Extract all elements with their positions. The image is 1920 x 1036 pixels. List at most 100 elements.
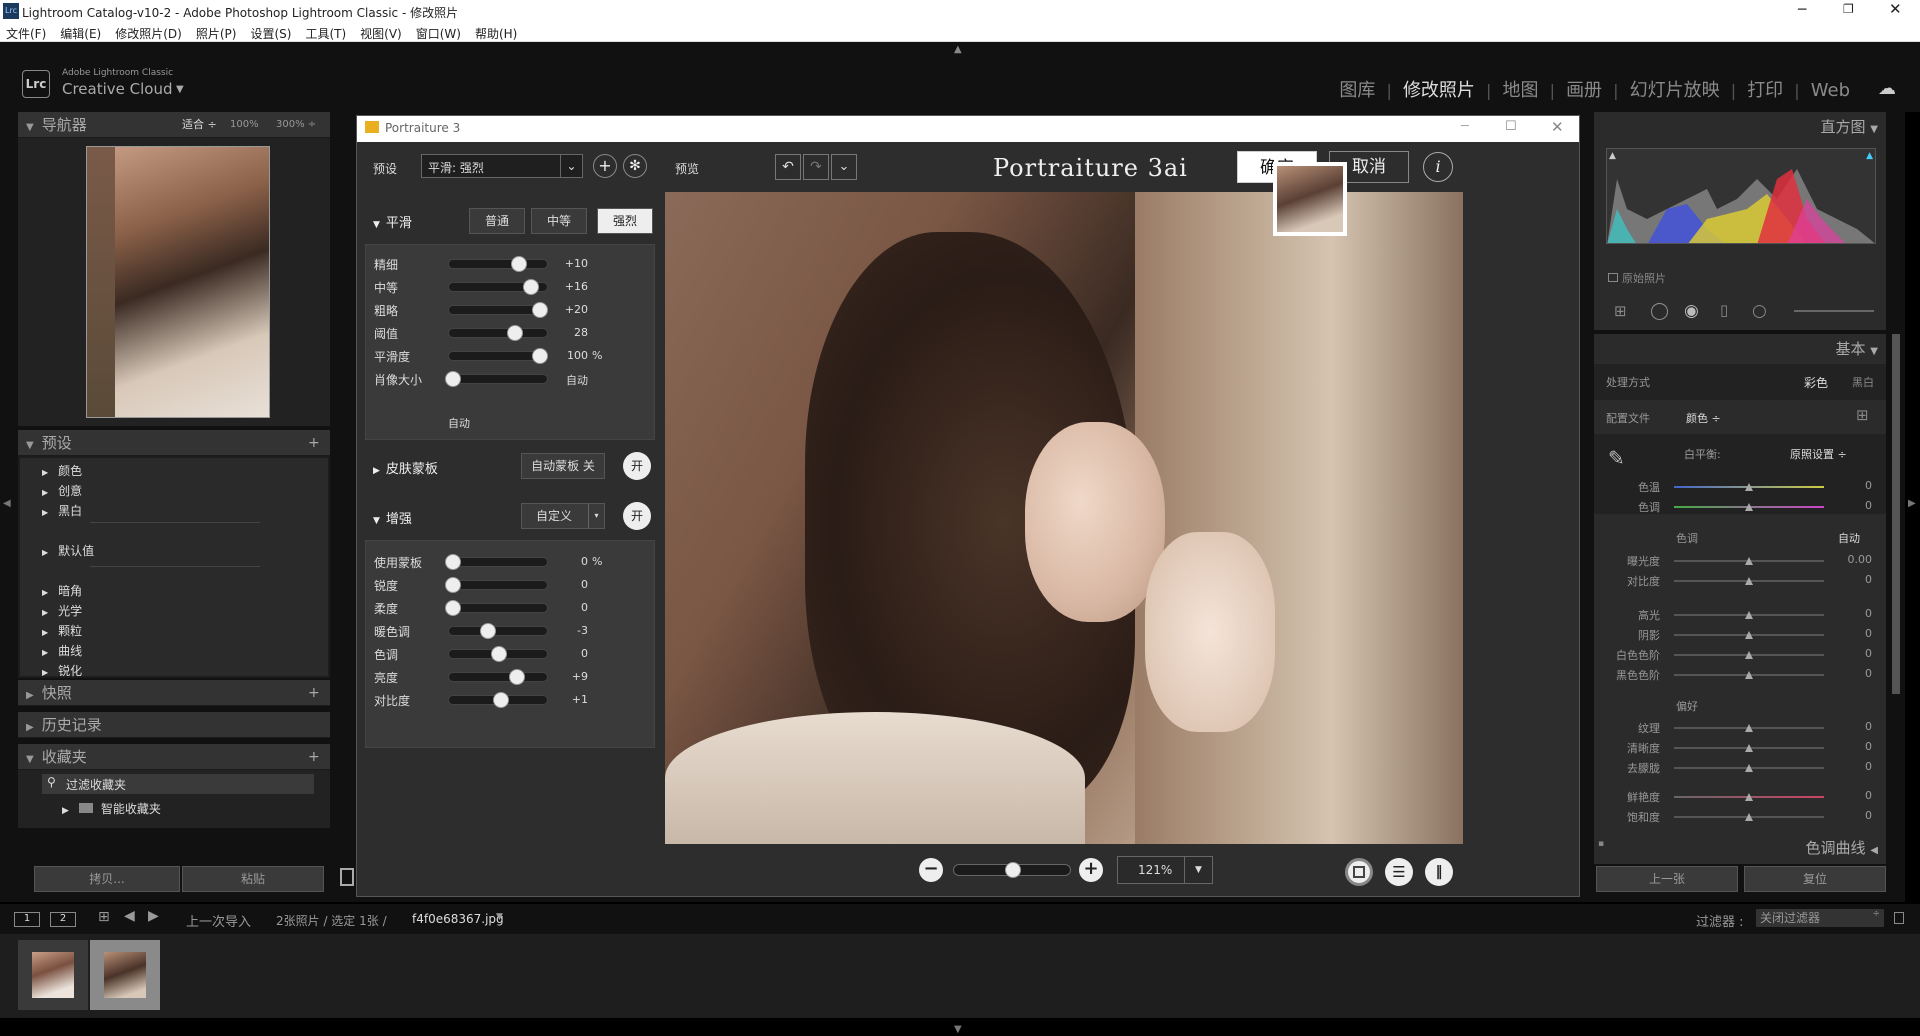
menu-item[interactable]: 编辑(E) [60, 27, 101, 41]
filter-dropdown[interactable]: 关闭过滤器 ÷ [1756, 909, 1884, 927]
slider-knob[interactable] [445, 371, 461, 387]
cloud-icon[interactable]: ☁ [1878, 78, 1896, 99]
info-button[interactable]: i [1423, 152, 1453, 182]
preset-folder[interactable]: ▶ 颗粒 [42, 622, 82, 639]
slider-value[interactable]: +1 [548, 693, 588, 706]
file-dropdown-icon[interactable]: ▼ [496, 912, 503, 922]
grid-view-icon[interactable]: ⊞ [98, 909, 110, 925]
develop-slider-value[interactable]: 0 [1842, 627, 1872, 640]
slider-track[interactable] [448, 302, 549, 318]
slider-track[interactable] [445, 371, 548, 387]
shadow-clip-icon[interactable]: ▲ [1609, 151, 1616, 161]
develop-slider-knob[interactable] [1745, 483, 1753, 491]
slider-knob[interactable] [445, 554, 461, 570]
preset-folder[interactable]: ▶ 暗角 [42, 582, 82, 599]
slider-value[interactable]: 100 [548, 349, 588, 362]
highlight-clip-icon[interactable]: ▲ [1866, 151, 1873, 161]
right-scrollbar[interactable] [1892, 334, 1900, 694]
navigator-header[interactable]: ▼ 导航器 适合 ÷ 100% 300% ÷ [18, 112, 330, 138]
auto-mask-button[interactable]: 自动蒙板 关 [521, 453, 605, 479]
brand-menu-icon[interactable]: ▼ [176, 84, 184, 95]
develop-slider-knob[interactable] [1745, 671, 1753, 679]
slider-value[interactable]: +9 [548, 670, 588, 683]
slider-knob[interactable] [491, 646, 507, 662]
slider-knob[interactable] [509, 669, 526, 685]
snapshots-panel[interactable]: ▶ 快照 + [18, 680, 330, 706]
enhance-header[interactable]: ▼ 增强 [373, 508, 412, 527]
develop-slider-knob[interactable] [1745, 503, 1753, 511]
develop-slider-track[interactable] [1674, 671, 1824, 679]
back-arrow-icon[interactable]: ◀ [124, 908, 135, 924]
slider-value[interactable]: 28 [548, 326, 588, 339]
slider-track[interactable] [448, 348, 549, 364]
slider-value[interactable]: -3 [548, 624, 588, 637]
restore-icon[interactable]: ❐ [1843, 2, 1854, 16]
smoothing-header[interactable]: ▼ 平滑 [373, 212, 412, 231]
filter-collections-input[interactable]: ⚲ 过滤收藏夹 [42, 774, 314, 794]
slider-value[interactable]: 自动 [548, 372, 588, 388]
skin-mask-toggle[interactable]: 开 [623, 452, 651, 480]
smart-collection-row[interactable]: ▶ 智能收藏夹 [62, 800, 161, 817]
panel-toggle-top-icon[interactable]: ▲ [954, 44, 962, 55]
add-snapshot-icon[interactable]: + [308, 680, 320, 706]
history-panel[interactable]: ▶ 历史记录 [18, 712, 330, 738]
zoom-slider[interactable] [953, 862, 1071, 878]
slider-knob[interactable] [532, 348, 549, 364]
develop-slider-knob[interactable] [1745, 724, 1753, 732]
develop-slider-value[interactable]: 0 [1842, 720, 1872, 733]
slider-track[interactable] [448, 256, 548, 272]
develop-slider-value[interactable]: 0 [1842, 499, 1872, 512]
menu-item[interactable]: 视图(V) [360, 27, 402, 41]
develop-slider-track[interactable] [1674, 764, 1824, 772]
slider-value[interactable]: +20 [548, 303, 588, 316]
page-2-button[interactable]: 2 [50, 912, 76, 927]
develop-slider-knob[interactable] [1745, 764, 1753, 772]
zoom-out-button[interactable]: − [919, 858, 943, 882]
add-preset-icon[interactable]: + [308, 430, 320, 456]
slider-track[interactable] [448, 325, 548, 341]
menu-item[interactable]: 修改照片(D) [115, 27, 182, 41]
module-0[interactable]: 图库 [1339, 80, 1375, 101]
slider-knob[interactable] [511, 256, 528, 272]
undo-button[interactable]: ↶ [775, 154, 801, 180]
develop-slider-track[interactable] [1674, 611, 1824, 619]
preset-folder[interactable]: ▶ 锐化 [42, 662, 82, 679]
slider-track[interactable] [448, 279, 548, 295]
treatment-color[interactable]: 彩色 [1804, 374, 1828, 391]
slider-track[interactable] [448, 623, 548, 639]
single-view-button[interactable] [1345, 858, 1373, 886]
slider-value[interactable]: +10 [548, 257, 588, 270]
develop-slider-value[interactable]: 0 [1842, 760, 1872, 773]
develop-slider-value[interactable]: 0 [1842, 479, 1872, 492]
page-1-button[interactable]: 1 [14, 912, 40, 927]
brush-slider[interactable] [1794, 310, 1874, 312]
slider-value[interactable]: 0 [548, 555, 588, 568]
preset-folder[interactable]: ▶ 默认值 [42, 542, 94, 559]
minimize-icon[interactable]: ─ [1798, 2, 1806, 18]
preset-dropdown[interactable]: 平滑: 强烈 ⌄ [421, 154, 583, 178]
mode-normal-button[interactable]: 普通 [469, 208, 525, 234]
presets-header[interactable]: ▼ 预设 + [18, 430, 330, 456]
develop-slider-track[interactable] [1674, 813, 1824, 821]
reset-button[interactable]: 复位 [1744, 866, 1886, 892]
add-preset-button[interactable]: + [593, 154, 617, 178]
develop-slider-value[interactable]: 0.00 [1842, 553, 1873, 566]
treatment-bw[interactable]: 黑白 [1852, 374, 1874, 390]
mode-medium-button[interactable]: 中等 [531, 208, 587, 234]
develop-slider-track[interactable] [1674, 503, 1824, 511]
slider-knob[interactable] [445, 600, 461, 616]
plugin-maximize-icon[interactable]: ☐ [1505, 119, 1517, 134]
develop-slider-value[interactable]: 0 [1842, 809, 1872, 822]
collections-header[interactable]: ▼ 收藏夹 + [18, 744, 330, 770]
split-vertical-button[interactable]: ‖ [1425, 858, 1453, 886]
slider-track[interactable] [448, 692, 548, 708]
navigator-thumbnail[interactable] [86, 146, 270, 418]
view-mode-icon[interactable] [340, 868, 354, 886]
original-photo-checkbox[interactable]: 原始照片 [1608, 270, 1666, 286]
forward-arrow-icon[interactable]: ▶ [148, 908, 159, 924]
preset-folder[interactable]: ▶ 光学 [42, 602, 82, 619]
slider-value[interactable]: +16 [548, 280, 588, 293]
add-collection-icon[interactable]: + [308, 744, 320, 770]
menu-item[interactable]: 设置(S) [250, 27, 291, 41]
close-icon[interactable]: ✕ [1889, 0, 1902, 18]
